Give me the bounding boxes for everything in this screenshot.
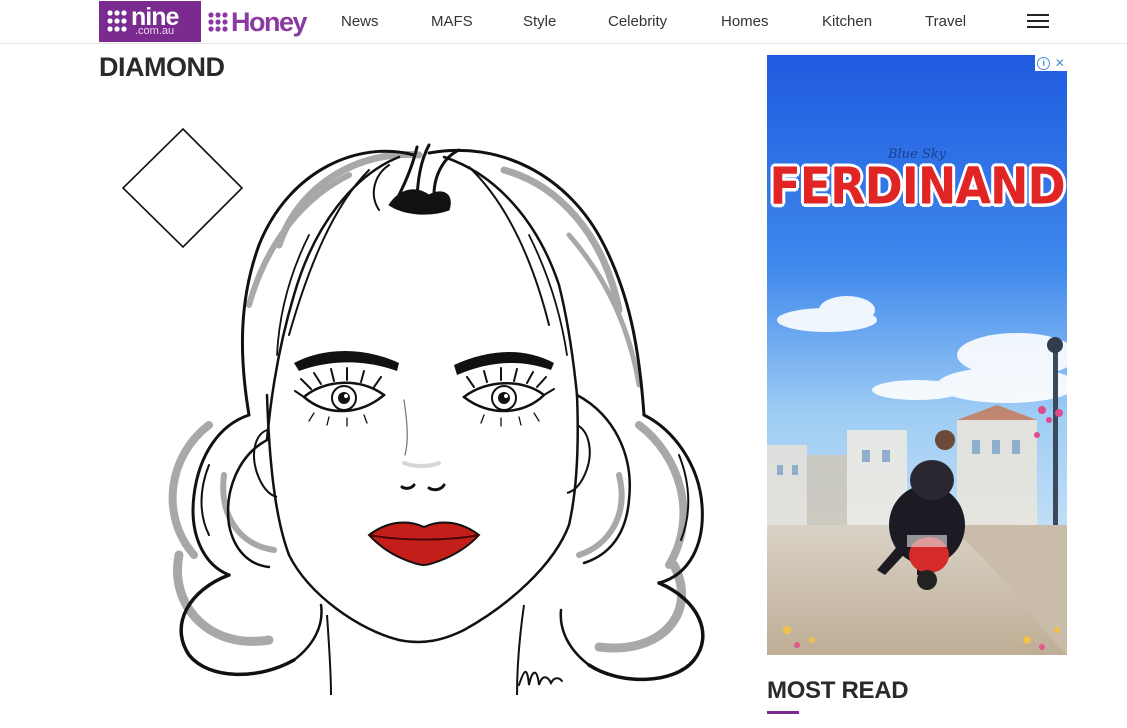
most-read-heading: MOST READ [767, 677, 909, 704]
artist-signature [518, 670, 563, 686]
face-shape-illustration [121, 127, 705, 696]
honey-dots-icon [208, 12, 228, 32]
hair-shading [168, 151, 688, 653]
nine-logo-domain: .com.au [135, 25, 175, 37]
nav-item-news[interactable]: News [341, 13, 379, 31]
ad-choices-icon[interactable]: i ✕ [1035, 55, 1067, 71]
nose [400, 399, 446, 492]
nav-item-homes[interactable]: Homes [721, 13, 769, 31]
close-icon[interactable]: ✕ [1055, 57, 1065, 69]
honey-logo-word: Honey [231, 6, 308, 37]
neck [326, 614, 332, 696]
site-header: nine .com.au Honey News MAFS Style Celeb… [0, 0, 1127, 44]
hair-outline [179, 148, 705, 682]
ad-info-icon[interactable]: i [1037, 56, 1051, 70]
right-eye [461, 367, 555, 427]
nine-dots-icon [107, 10, 127, 32]
hamburger-icon[interactable] [1027, 12, 1049, 30]
ad-title: FERDINAND [769, 156, 1065, 216]
lips [367, 521, 481, 567]
right-eyebrow [454, 351, 554, 375]
section-heading: DIAMOND [99, 52, 225, 82]
diamond-shape-icon [121, 127, 244, 249]
nav-item-kitchen[interactable]: Kitchen [822, 13, 872, 31]
nav-item-mafs[interactable]: MAFS [431, 13, 473, 31]
nine-logo[interactable]: nine .com.au [99, 1, 201, 42]
sidebar-ad[interactable]: i ✕ Blue Sky FERDINAND [767, 55, 1067, 655]
honey-logo[interactable]: Honey [207, 5, 308, 39]
face-outline [265, 393, 579, 644]
nav-item-travel[interactable]: Travel [925, 13, 966, 31]
nav-item-style[interactable]: Style [523, 13, 556, 31]
most-read-underline [767, 711, 799, 714]
nav-item-celebrity[interactable]: Celebrity [608, 13, 667, 31]
left-eye [294, 367, 387, 427]
ad-background [767, 55, 1067, 655]
